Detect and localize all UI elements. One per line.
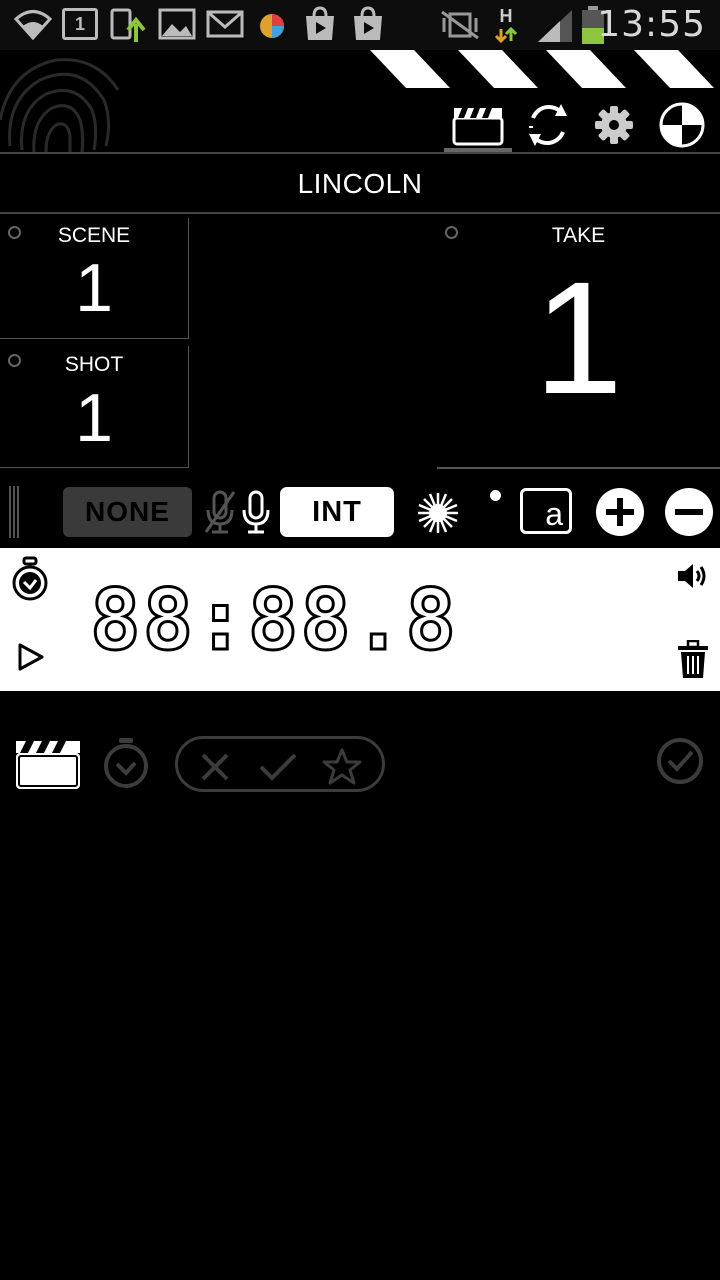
network-arrows-icon: H bbox=[494, 6, 518, 44]
title-divider bbox=[0, 212, 720, 214]
minus-icon[interactable] bbox=[664, 487, 714, 537]
plus-icon[interactable] bbox=[595, 487, 645, 537]
scene-box[interactable]: SCENE 1 bbox=[0, 218, 189, 339]
slate-divider bbox=[437, 468, 720, 469]
clapper-icon bbox=[452, 108, 504, 146]
reject-icon[interactable] bbox=[198, 750, 232, 784]
timecode-display: 88:88.8 bbox=[88, 571, 459, 669]
play-store-icon bbox=[354, 6, 382, 40]
sound-none-button[interactable]: NONE bbox=[63, 487, 192, 537]
stopwatch-icon[interactable] bbox=[10, 556, 50, 602]
log-entry-row bbox=[0, 730, 720, 800]
take-suffix-letter: a bbox=[545, 496, 563, 532]
star-icon[interactable] bbox=[322, 748, 362, 786]
take-suffix-button[interactable]: a bbox=[520, 488, 572, 534]
volume-icon[interactable] bbox=[676, 561, 710, 591]
vibrate-icon bbox=[441, 10, 479, 40]
signal-icon bbox=[538, 10, 572, 42]
clapper-icon[interactable] bbox=[14, 737, 82, 791]
scene-value: 1 bbox=[75, 250, 113, 326]
project-title[interactable]: LINCOLN bbox=[0, 156, 720, 212]
timer-icon[interactable] bbox=[102, 736, 150, 790]
mic-icon[interactable] bbox=[240, 488, 272, 536]
sun-icon[interactable] bbox=[416, 491, 460, 535]
clapperboard-stripes bbox=[370, 50, 714, 88]
sync-icon bbox=[529, 104, 567, 146]
tab-slate[interactable] bbox=[448, 100, 508, 150]
calendar-date: 1 bbox=[74, 13, 85, 34]
gallery-icon bbox=[158, 8, 196, 40]
calendar-icon: 1 bbox=[62, 8, 98, 40]
status-clock: 13:55 bbox=[597, 4, 706, 45]
rating-group bbox=[175, 736, 385, 792]
dot-indicator-icon bbox=[490, 490, 501, 501]
drag-handle-icon[interactable] bbox=[8, 486, 20, 538]
browser-icon bbox=[260, 14, 284, 38]
network-type: H bbox=[499, 6, 513, 26]
take-value: 1 bbox=[534, 248, 623, 427]
tab-settings[interactable] bbox=[584, 100, 644, 150]
tab-sync[interactable] bbox=[518, 100, 578, 150]
trash-icon[interactable] bbox=[676, 640, 710, 680]
data-arrows-icon bbox=[494, 26, 518, 44]
status-bar: 1 H 13:55 bbox=[0, 0, 720, 50]
tab-reel[interactable] bbox=[652, 100, 712, 150]
header-divider bbox=[0, 152, 720, 154]
confirm-icon[interactable] bbox=[656, 737, 704, 785]
take-label: TAKE bbox=[551, 224, 606, 247]
shot-label: SHOT bbox=[64, 353, 124, 376]
fingerprint-icon bbox=[0, 58, 120, 153]
check-icon[interactable] bbox=[258, 750, 298, 784]
wifi-icon bbox=[13, 10, 53, 41]
upload-icon bbox=[110, 8, 146, 42]
settings-icon bbox=[595, 106, 633, 144]
timer-panel: 88:88.8 bbox=[0, 548, 720, 691]
shot-value: 1 bbox=[75, 380, 113, 456]
slate-toolbar: NONE INT a bbox=[0, 470, 720, 550]
location-int-button[interactable]: INT bbox=[280, 487, 394, 537]
gmail-icon bbox=[206, 10, 244, 38]
reel-icon bbox=[659, 102, 705, 148]
take-box[interactable]: TAKE 1 bbox=[437, 218, 720, 468]
play-store-icon bbox=[306, 6, 334, 40]
shot-box[interactable]: SHOT 1 bbox=[0, 346, 189, 468]
mic-off-icon[interactable] bbox=[204, 488, 236, 536]
scene-label: SCENE bbox=[57, 224, 131, 247]
play-icon[interactable] bbox=[16, 642, 46, 672]
